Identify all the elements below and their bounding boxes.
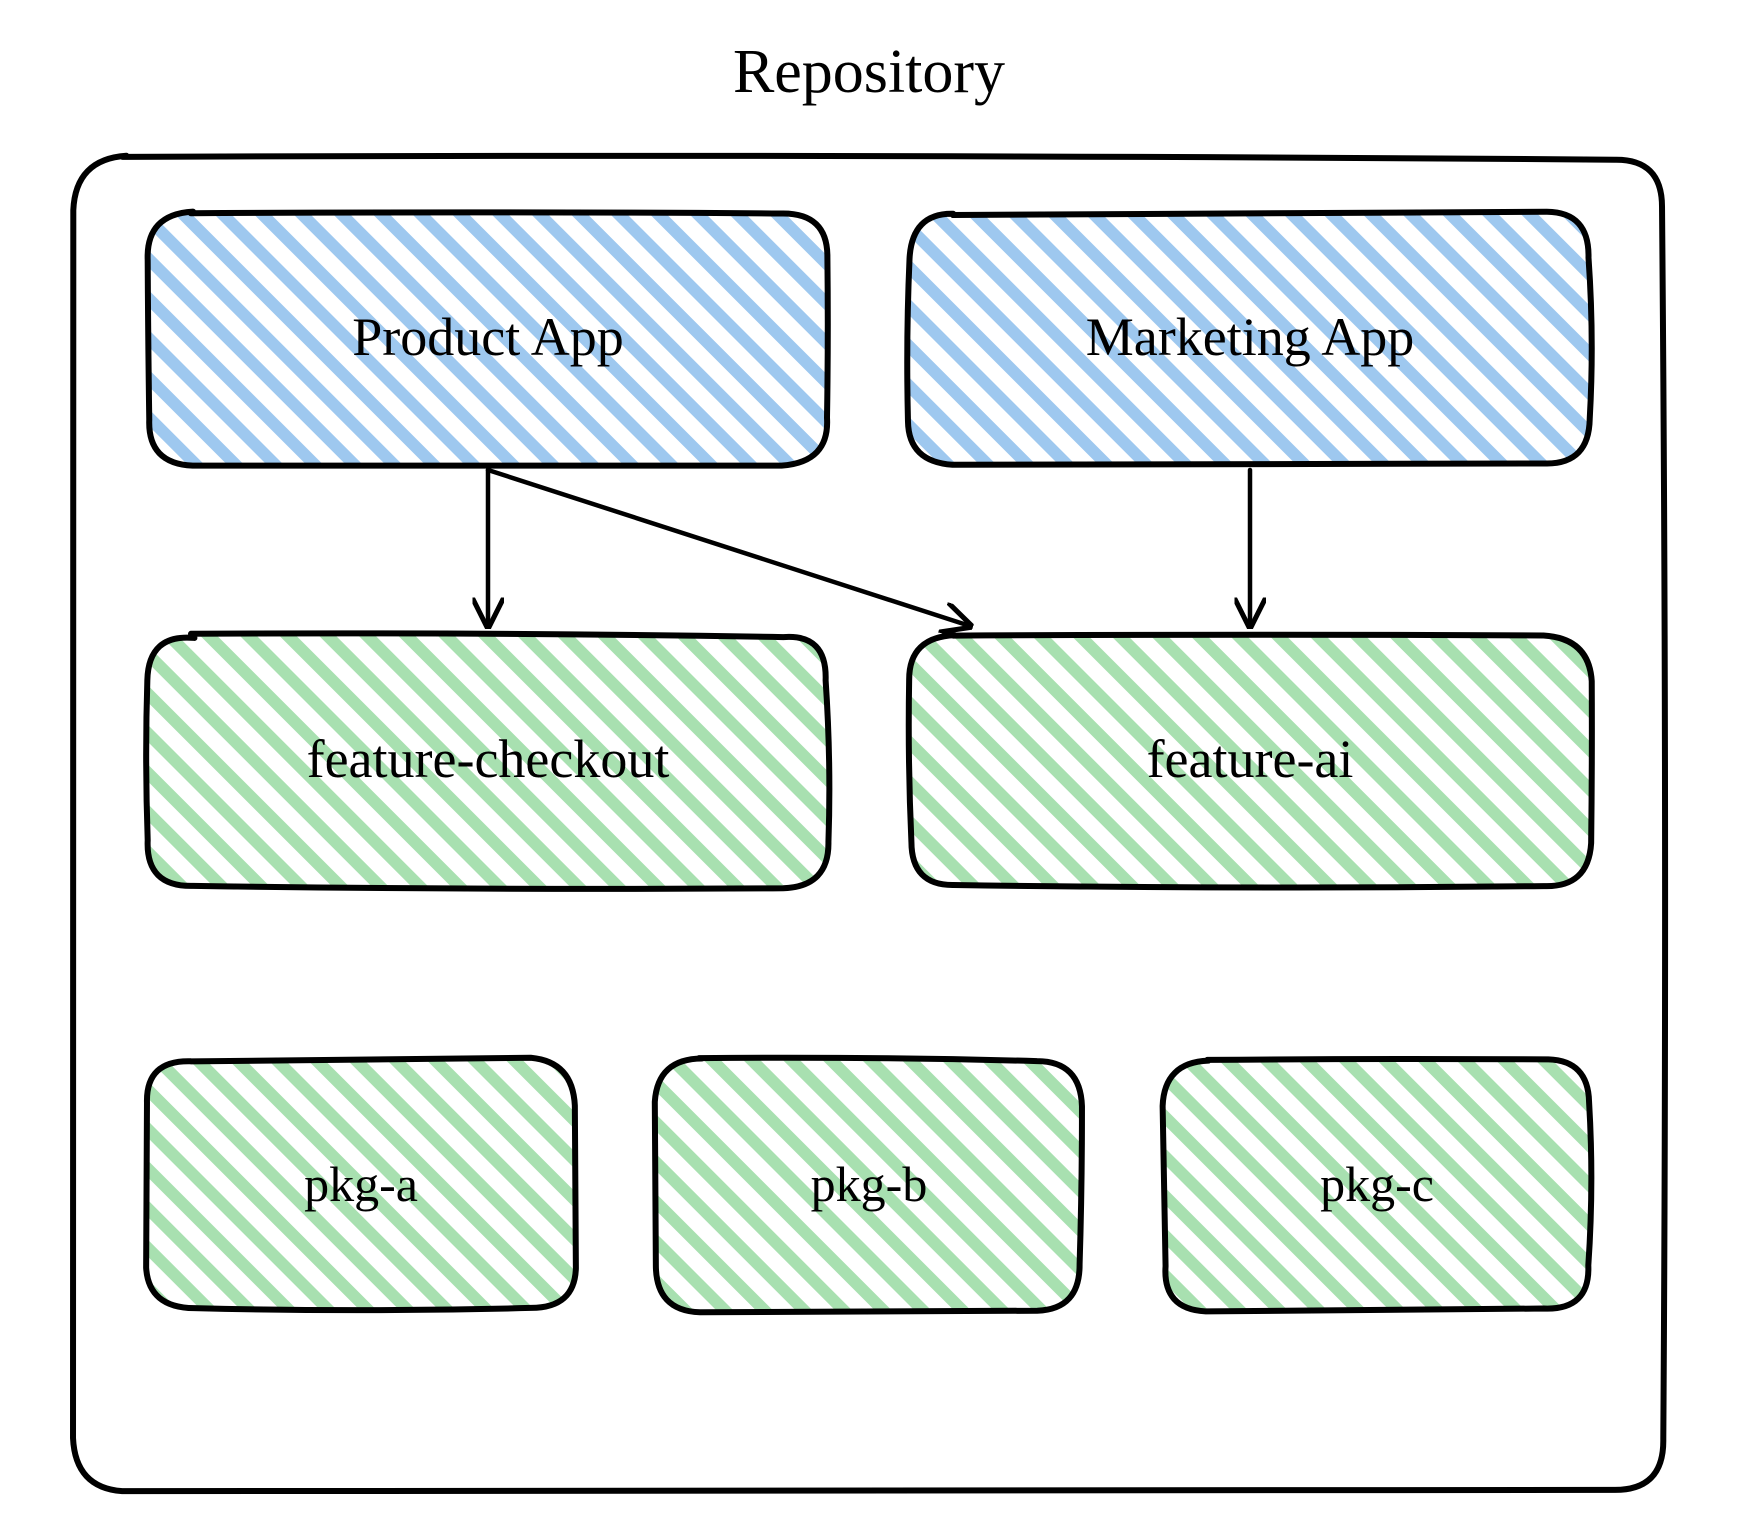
arrow-product-app-to-feature-ai xyxy=(488,470,970,626)
repository-diagram: Repository Product App Marketing App featu… xyxy=(0,0,1739,1540)
box-marketing-app: Marketing App xyxy=(907,212,1591,465)
box-pkg-a: pkg-a xyxy=(146,1058,576,1310)
box-label-feature-checkout: feature-checkout xyxy=(307,729,670,789)
box-product-app: Product App xyxy=(148,212,828,466)
diagram-title: Repository xyxy=(733,38,1005,106)
box-label-pkg-b: pkg-b xyxy=(811,1156,928,1212)
box-label-marketing-app: Marketing App xyxy=(1086,307,1414,367)
box-pkg-c: pkg-c xyxy=(1163,1059,1592,1311)
box-label-pkg-a: pkg-a xyxy=(304,1156,418,1212)
box-pkg-b: pkg-b xyxy=(655,1058,1082,1312)
box-label-feature-ai: feature-ai xyxy=(1147,729,1354,789)
box-feature-ai: feature-ai xyxy=(909,635,1592,888)
box-label-pkg-c: pkg-c xyxy=(1320,1156,1434,1212)
box-feature-checkout: feature-checkout xyxy=(146,633,829,889)
box-label-product-app: Product App xyxy=(352,307,624,367)
